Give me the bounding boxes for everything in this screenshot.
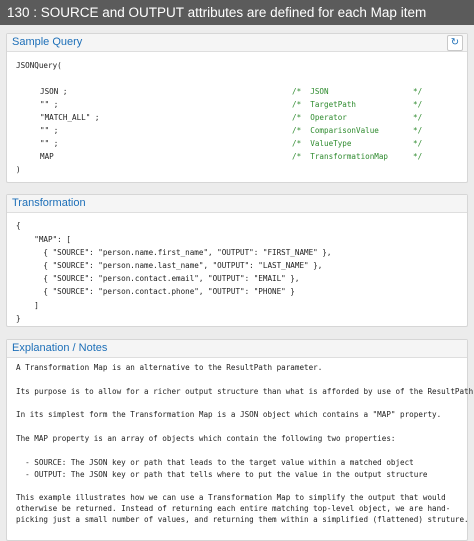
notes-heading: Explanation / Notes <box>12 342 108 354</box>
code-line: { "SOURCE": "person.contact.phone", "OUT… <box>16 287 295 296</box>
notes-bullet: - OUTPUT: The JSON key or path that tell… <box>16 470 428 479</box>
code-line: { <box>16 221 21 230</box>
notes-paragraph: Its purpose is to allow for a richer out… <box>16 387 474 396</box>
code-close-line: ) <box>16 165 21 174</box>
code-line: "MAP": [ <box>16 235 71 244</box>
code-comment: /* Operator <box>292 113 347 122</box>
code-line: { "SOURCE": "person.contact.email", "OUT… <box>16 274 300 283</box>
code-arg: "" ; <box>40 126 59 135</box>
code-arg: "MATCH_ALL" ; <box>40 113 100 122</box>
code-comment: /* ValueType <box>292 139 352 148</box>
transformation-header: Transformation <box>7 195 467 213</box>
code-open-line: JSONQuery( <box>16 61 62 70</box>
sample-query-heading: Sample Query <box>12 36 83 48</box>
notes-paragraph: This example illustrates how we can use … <box>16 493 446 502</box>
code-comment: /* ComparisonValue <box>292 126 379 135</box>
sample-query-panel: Sample Query ↻ JSONQuery( JSON ; /* JSON… <box>6 33 468 183</box>
notes-panel: Explanation / Notes A Transformation Map… <box>6 339 474 541</box>
code-arg: MAP <box>40 152 54 161</box>
code-comment: /* JSON <box>292 87 329 96</box>
code-line: { "SOURCE": "person.name.first_name", "O… <box>16 248 332 257</box>
notes-paragraph: picking just a small number of values, a… <box>16 515 469 524</box>
code-comment-end: */ <box>413 152 423 161</box>
transformation-panel: Transformation { "MAP": [ { "SOURCE": "p… <box>6 194 468 327</box>
code-comment-end: */ <box>413 139 423 148</box>
notes-bullet: - SOURCE: The JSON key or path that lead… <box>16 458 414 467</box>
code-comment-end: */ <box>413 100 423 109</box>
refresh-icon[interactable]: ↻ <box>447 35 463 51</box>
notes-paragraph: otherwise be returned. Instead of return… <box>16 504 451 513</box>
code-comment-end: */ <box>413 126 423 135</box>
sample-query-header: Sample Query ↻ <box>7 34 467 52</box>
transformation-heading: Transformation <box>12 197 86 209</box>
notes-paragraph: A Transformation Map is an alternative t… <box>16 363 323 372</box>
notes-header: Explanation / Notes <box>7 340 467 358</box>
code-comment: /* TargetPath <box>292 100 357 109</box>
code-line: ] <box>16 301 39 310</box>
code-comment: /* TransformationMap <box>292 152 389 161</box>
code-arg: JSON ; <box>40 87 68 96</box>
page-title: 130 : SOURCE and OUTPUT attributes are d… <box>0 0 474 25</box>
notes-paragraph: In its simplest form the Transformation … <box>16 410 442 419</box>
code-comment-end: */ <box>413 113 423 122</box>
notes-paragraph: The MAP property is an array of objects … <box>16 434 396 443</box>
transformation-code: { "MAP": [ { "SOURCE": "person.name.firs… <box>7 213 467 323</box>
code-line: } <box>16 314 21 323</box>
code-line: { "SOURCE": "person.name.last_name", "OU… <box>16 261 323 270</box>
code-arg: "" ; <box>40 100 59 109</box>
code-arg: "" ; <box>40 139 59 148</box>
code-comment-end: */ <box>413 87 423 96</box>
